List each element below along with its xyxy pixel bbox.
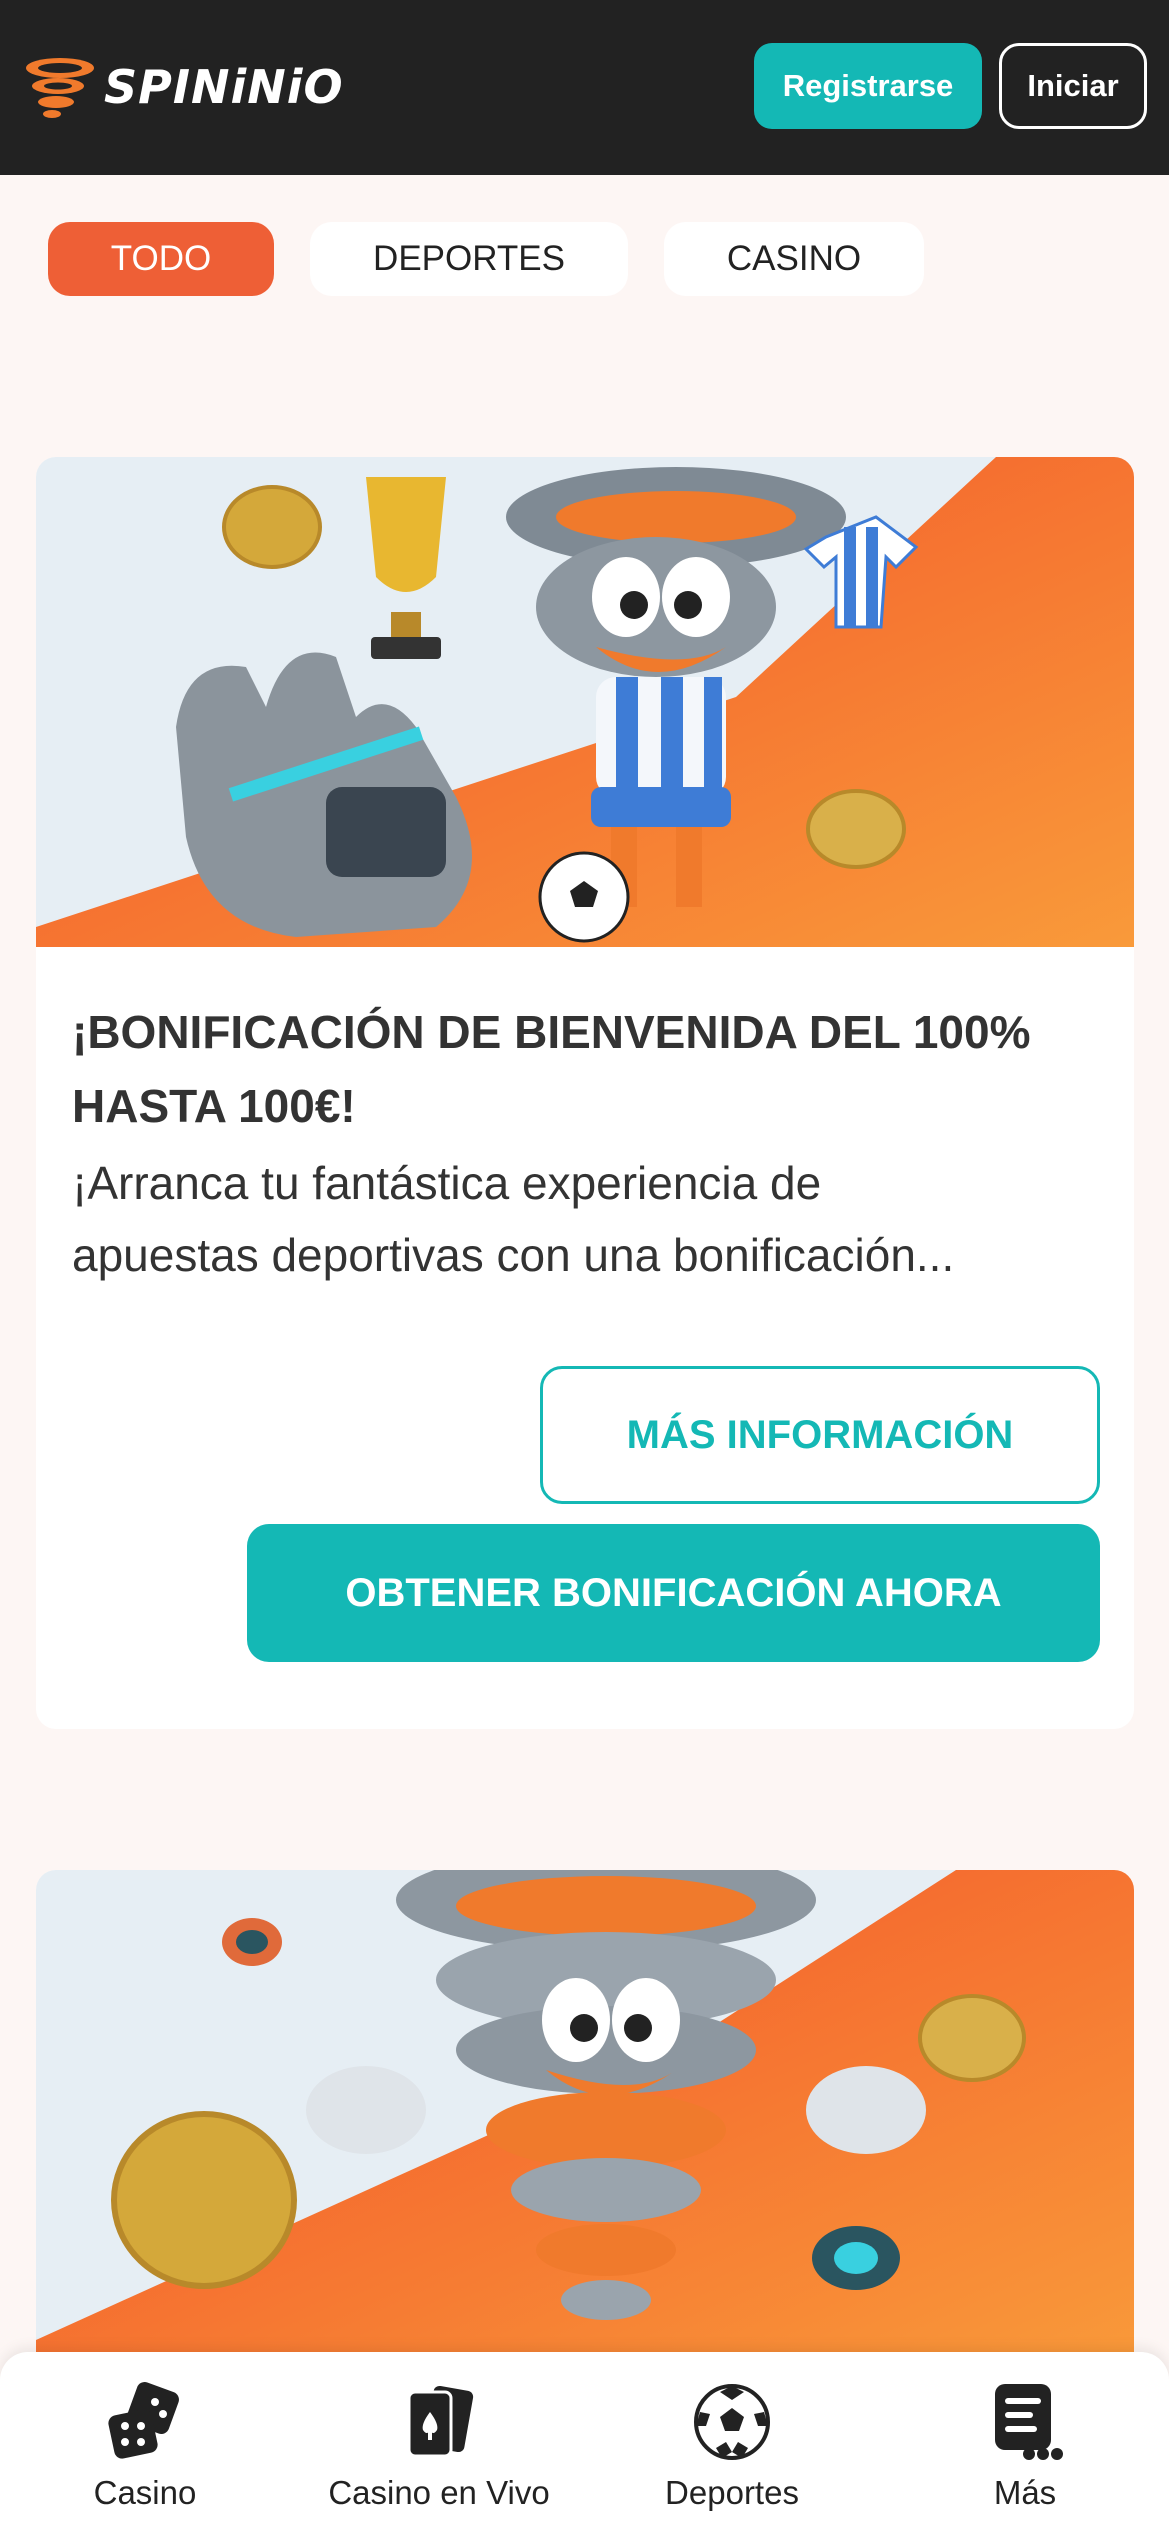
filter-tab-deportes[interactable]: DEPORTES [310,222,628,296]
nav-label-casino: Casino [93,2474,197,2511]
nav-label-more: Más [993,2474,1057,2511]
filter-tab-todo[interactable]: TODO [48,222,274,296]
claim-bonus-button[interactable]: OBTENER BONIFICACIÓN AHORA [247,1524,1100,1662]
soccer-ball-icon [694,2384,770,2460]
more-info-button[interactable]: MÁS INFORMACIÓN [540,1366,1100,1504]
promo-title: ¡BONIFICACIÓN DE BIENVENIDA DEL 100% HAS… [72,1006,1031,1132]
filter-tab-casino[interactable]: CASINO [664,222,924,296]
login-button[interactable]: Iniciar [999,43,1147,129]
dice-icon [108,2382,179,2459]
nav-item-more[interactable]: Más [980,2382,1070,2522]
promo-description-line-1: ¡Arranca tu fantástica experiencia de [72,1157,822,1209]
nav-label-live-casino: Casino en Vivo [328,2474,550,2511]
promo-description-line-2: apuestas deportivas con una bonificación… [72,1229,955,1281]
register-button[interactable]: Registrarse [754,43,982,129]
nav-item-sports[interactable]: Deportes [660,2382,804,2522]
nav-item-live-casino[interactable]: Casino en Vivo [320,2382,558,2522]
promo-card [36,1870,1134,2370]
nav-label-sports: Deportes [665,2474,799,2511]
brand-logo[interactable]: SPINiNiO [22,52,344,122]
tornado-logo-icon [26,58,94,118]
bottom-navigation: Casino Casino en Vivo Deportes Más [0,2352,1169,2531]
header: SPINiNiO Registrarse Iniciar [0,0,1169,175]
more-icon [995,2384,1063,2460]
promo-image-sports[interactable] [36,457,1134,947]
promo-card: ¡BONIFICACIÓN DE BIENVENIDA DEL 100% HAS… [36,457,1134,1729]
playing-cards-icon [407,2385,474,2458]
nav-item-casino[interactable]: Casino [85,2382,205,2522]
promo-image-casino[interactable] [36,1870,1134,2370]
brand-name: SPINiNiO [104,60,344,114]
